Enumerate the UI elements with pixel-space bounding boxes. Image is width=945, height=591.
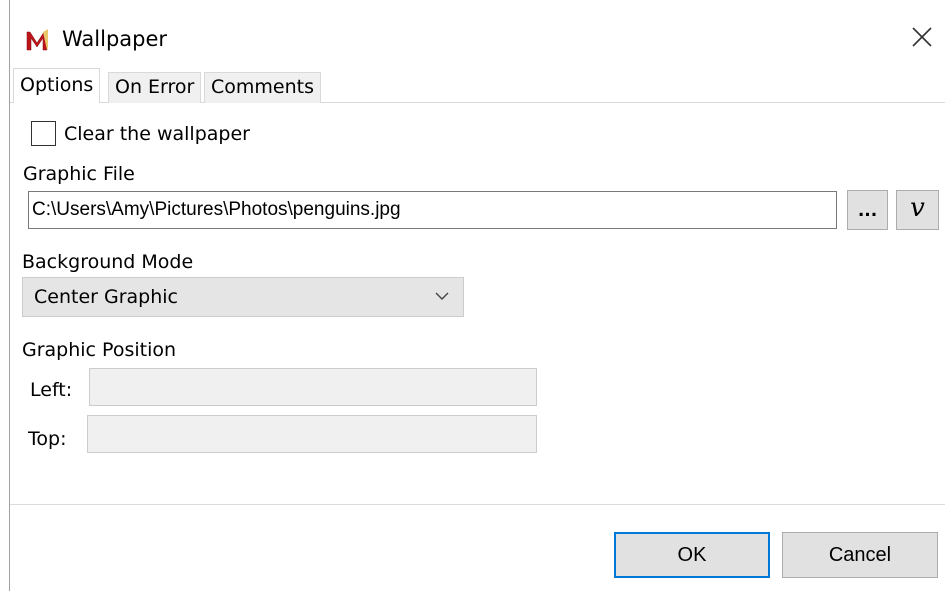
left-input[interactable]: [89, 368, 537, 406]
window-title: Wallpaper: [62, 27, 168, 51]
tab-on-error[interactable]: On Error: [108, 72, 202, 103]
ok-button[interactable]: OK: [614, 532, 770, 578]
graphic-file-input[interactable]: C:\Users\Amy\Pictures\Photos\penguins.jp…: [28, 191, 837, 229]
footer-divider: [10, 504, 945, 505]
left-label: Left:: [30, 379, 73, 401]
background-mode-label: Background Mode: [22, 251, 194, 273]
variable-icon: v: [910, 193, 925, 223]
cancel-button[interactable]: Cancel: [782, 532, 938, 578]
tab-comments[interactable]: Comments: [204, 72, 321, 103]
graphic-file-label: Graphic File: [23, 163, 135, 185]
app-m-icon: [24, 27, 50, 53]
browse-button[interactable]: ...: [847, 190, 888, 230]
top-input[interactable]: [87, 415, 537, 453]
clear-wallpaper-label: Clear the wallpaper: [64, 123, 250, 145]
title-bar: Wallpaper: [10, 0, 945, 66]
insert-variable-button[interactable]: v: [896, 190, 939, 230]
close-button[interactable]: [899, 14, 945, 60]
background-mode-select[interactable]: Center Graphic: [22, 277, 464, 317]
close-icon: [912, 27, 932, 47]
background-mode-value: Center Graphic: [34, 286, 178, 308]
clear-wallpaper-checkbox[interactable]: [31, 121, 56, 146]
top-label: Top:: [28, 428, 67, 450]
tab-strip: Options On Error Comments: [10, 68, 945, 103]
graphic-position-label: Graphic Position: [22, 339, 177, 361]
options-panel: Clear the wallpaper Graphic File C:\User…: [10, 103, 945, 505]
browse-ellipsis-icon: ...: [857, 201, 878, 221]
chevron-down-icon: [435, 292, 449, 300]
tab-options[interactable]: Options: [13, 68, 101, 103]
